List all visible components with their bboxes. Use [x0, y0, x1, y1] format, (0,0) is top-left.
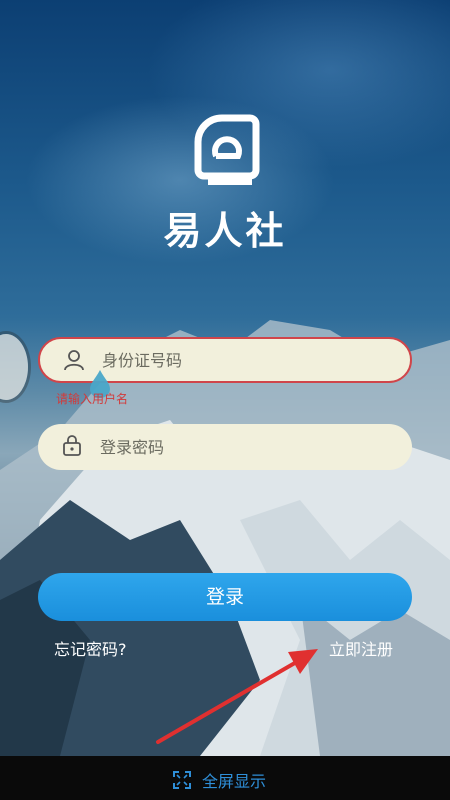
password-input[interactable]	[100, 424, 390, 470]
login-screen: 易人社 请输入用户名 登录 忘记密码? 立即注册	[0, 0, 450, 756]
id-number-input[interactable]	[102, 339, 392, 381]
app-logo-icon	[194, 114, 260, 185]
fullscreen-icon[interactable]	[173, 771, 191, 789]
fullscreen-label[interactable]: 全屏显示	[202, 768, 266, 792]
app-name: 易人社	[163, 209, 287, 253]
lock-icon	[63, 435, 81, 456]
password-field[interactable]	[38, 424, 412, 470]
id-error-message: 请输入用户名	[56, 392, 129, 406]
login-button[interactable]: 登录	[38, 573, 412, 621]
forgot-password-link[interactable]: 忘记密码?	[54, 636, 127, 660]
register-link[interactable]: 立即注册	[329, 636, 393, 660]
user-icon	[64, 350, 84, 371]
